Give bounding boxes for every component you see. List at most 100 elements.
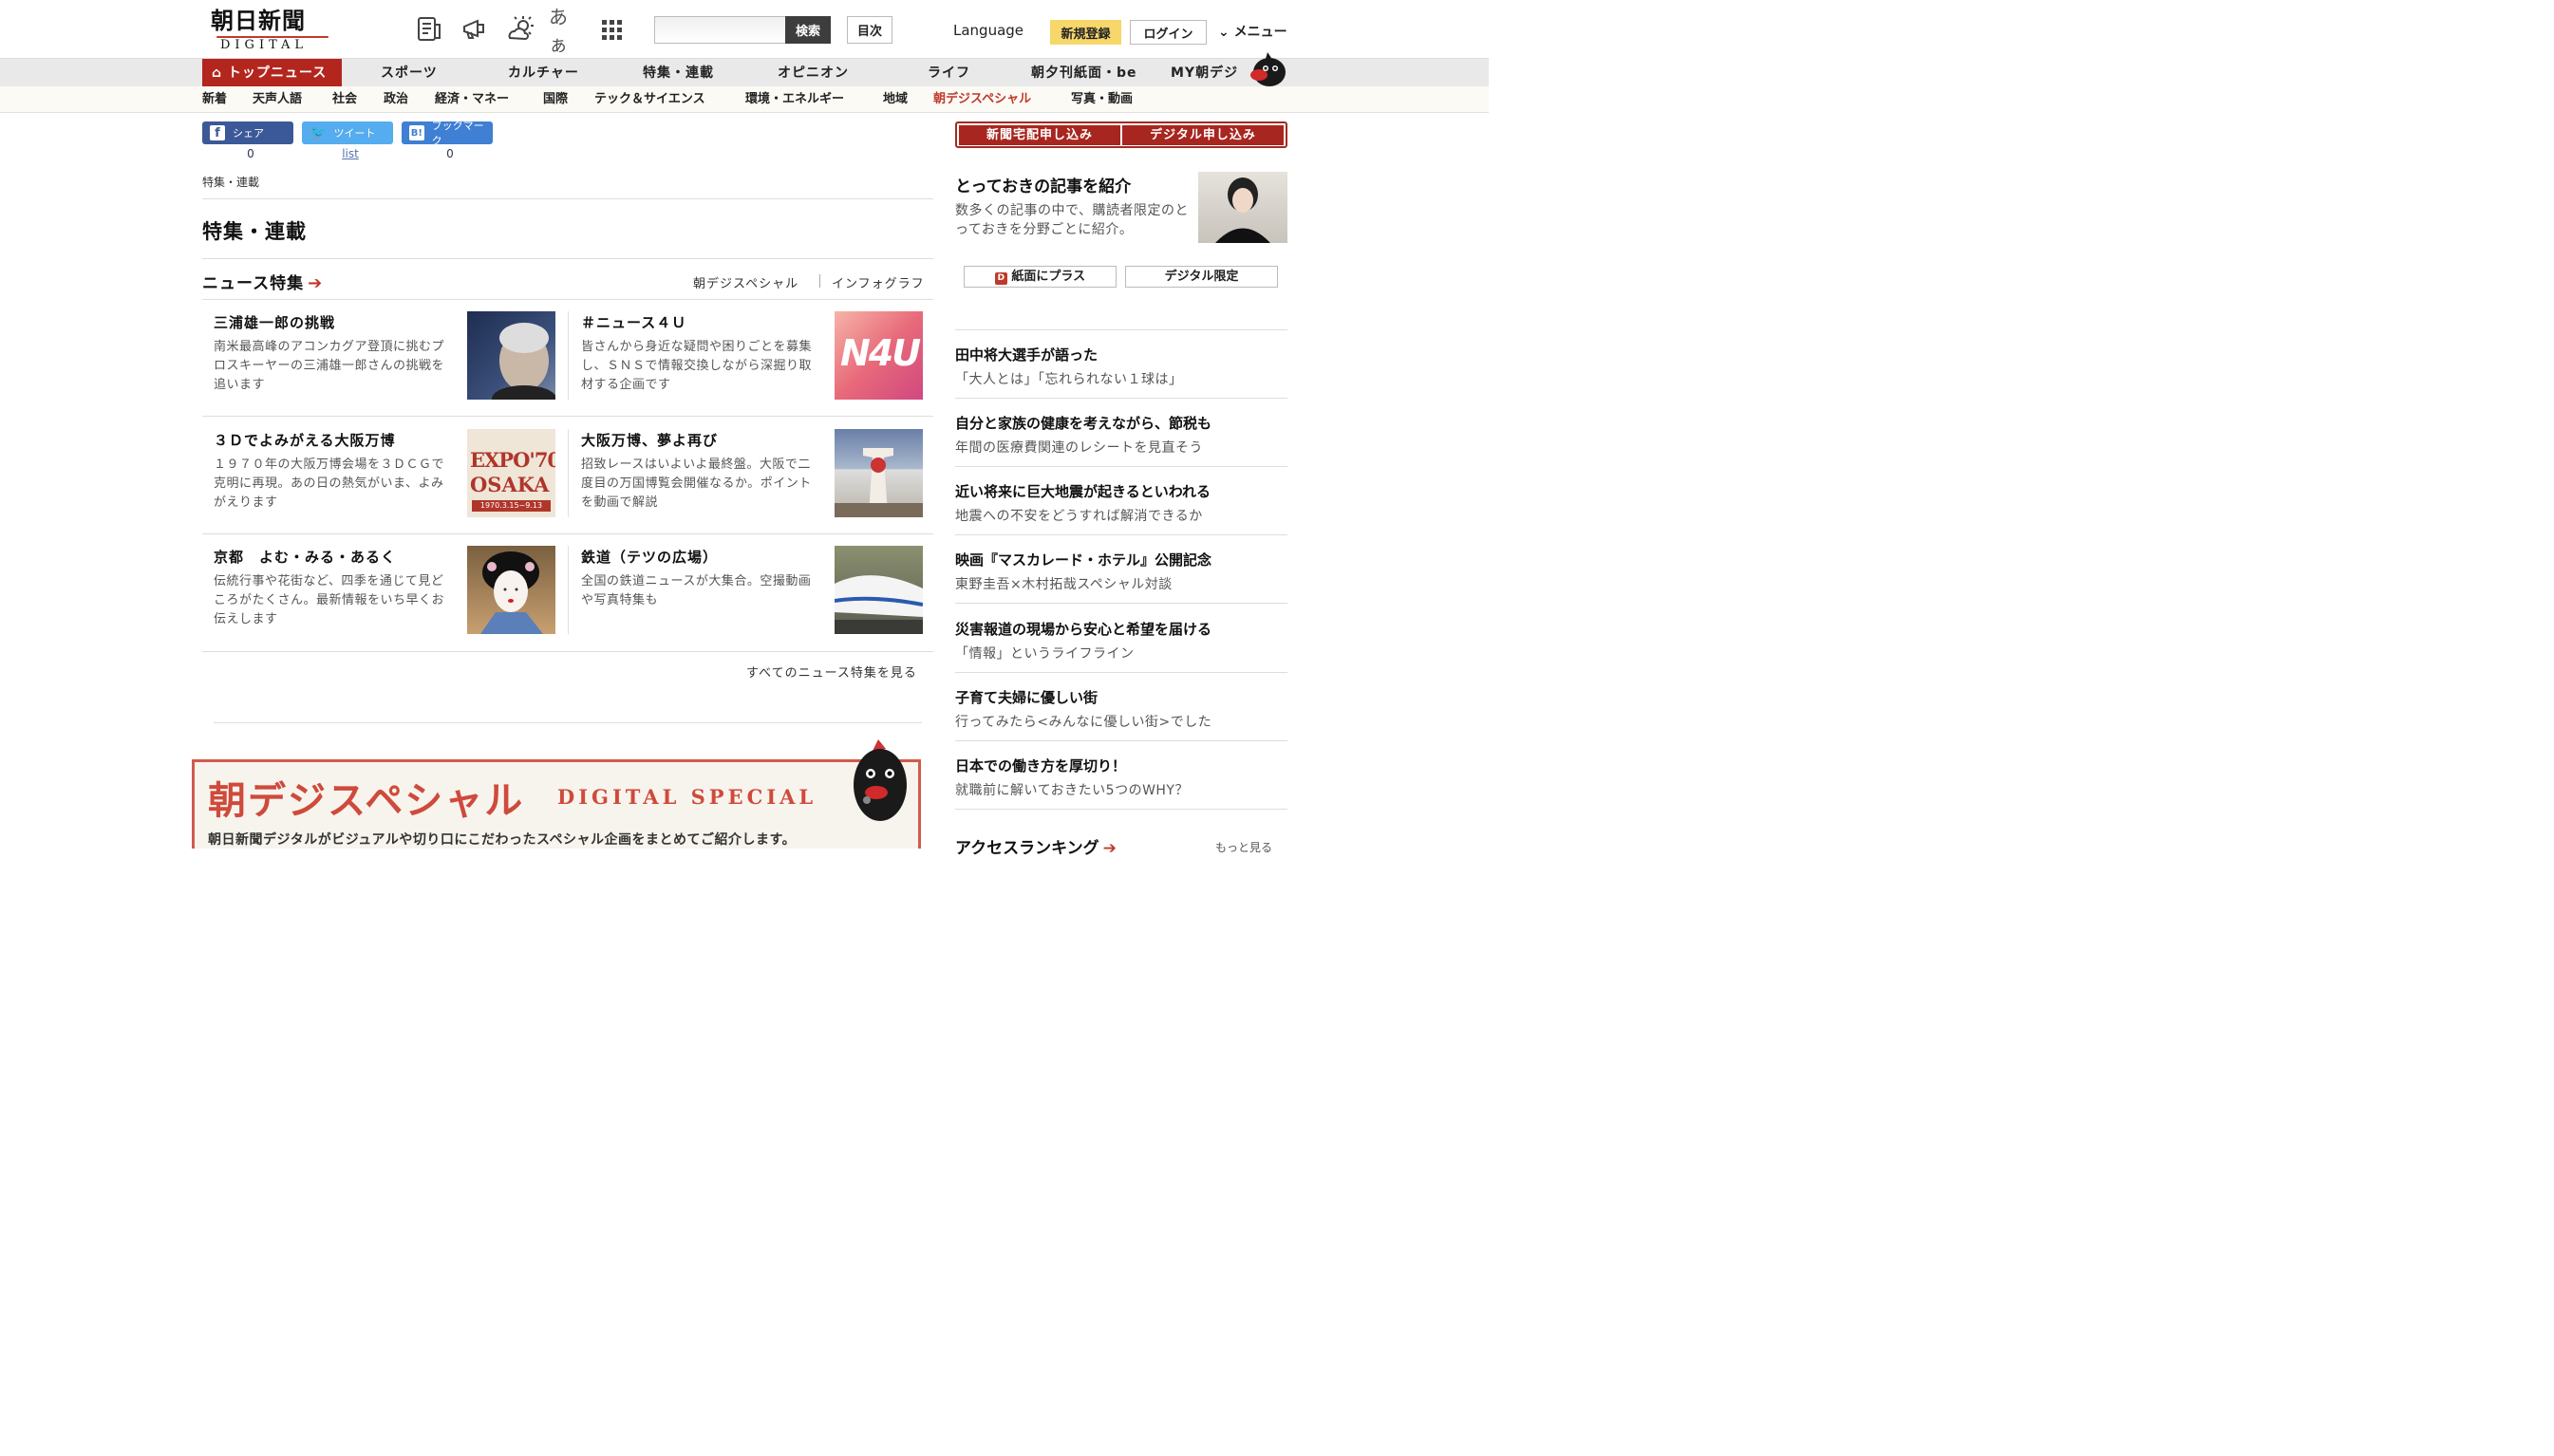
weather-icon[interactable]: [503, 13, 537, 46]
nav-item-top-news[interactable]: ⌂ トップニュース: [202, 59, 342, 87]
nav-item-my-asadigi[interactable]: MY朝デジ: [1171, 59, 1238, 87]
feature-title: ３Ｄでよみがえる大阪万博: [214, 432, 396, 449]
contents-button[interactable]: 目次: [847, 16, 892, 44]
register-button[interactable]: 新規登録: [1050, 20, 1121, 45]
megaphone-icon[interactable]: [458, 13, 492, 46]
feature-title: 大阪万博、夢よ再び: [581, 432, 719, 449]
asadigi-special-banner[interactable]: 朝デジスペシャル DIGITAL SPECIAL 朝日新聞デジタルがビジュアルや…: [192, 739, 921, 849]
tab-digital-only[interactable]: デジタル限定: [1125, 266, 1278, 288]
expo-text-2: OSAKA: [470, 473, 550, 496]
share-label: ブックマーク: [431, 120, 484, 147]
access-ranking-heading[interactable]: アクセスランキング ➔: [955, 834, 1117, 858]
link-infograph[interactable]: インフォグラフ: [832, 273, 925, 291]
nav-item-culture[interactable]: カルチャー: [508, 59, 579, 87]
banner-subtitle: DIGITAL SPECIAL: [557, 785, 817, 809]
feature-image-shinkansen[interactable]: [835, 546, 923, 634]
feature-description: 招致レースはいよいよ最終盤。大阪で二度目の万国博覧会開催なるか。ポイントを動画で…: [581, 457, 812, 510]
language-link[interactable]: Language: [953, 22, 1023, 39]
news-features-heading[interactable]: ニュース特集 ➔: [202, 270, 323, 293]
subnav-item-tech[interactable]: テック＆サイエンス: [594, 86, 705, 113]
feature-image-miura[interactable]: [467, 311, 555, 400]
nav-item-life[interactable]: ライフ: [928, 59, 970, 87]
asahi-logo[interactable]: 朝日新聞 DIGITAL: [211, 8, 334, 53]
twitter-share-button[interactable]: 🐦 ツイート: [302, 121, 393, 144]
feature-description: 皆さんから身近な疑問や困りごとを募集し、ＳＮＳで情報交換しながら深掘り取材する企…: [581, 340, 813, 392]
article-title: 自分と家族の健康を考えながら、節税も: [955, 415, 1212, 432]
divider: [202, 258, 933, 259]
facebook-share-button[interactable]: f シェア: [202, 121, 293, 144]
login-button[interactable]: ログイン: [1130, 20, 1207, 45]
feature-image-news4u[interactable]: N4U: [835, 311, 923, 400]
subnav-item-politics[interactable]: 政治: [384, 86, 408, 113]
feature-description: １９７０年の大阪万博会場を３ＤＣＧで克明に再現。あの日の熱気がいま、よみがえりま…: [214, 457, 445, 510]
divider: [202, 299, 933, 300]
feature-title: 京都 よむ・みる・あるく: [214, 549, 397, 566]
nav-item-paper[interactable]: 朝夕刊紙面・be: [1031, 59, 1137, 87]
newspaper-icon[interactable]: [412, 13, 446, 46]
divider: [202, 416, 933, 417]
tab-paper-plus[interactable]: D 紙面にプラス: [964, 266, 1117, 288]
feature-image-expo70[interactable]: EXPO'70 OSAKA 1970.3.15~9.13: [467, 429, 555, 517]
subnav-item-special[interactable]: 朝デジスペシャル: [933, 86, 1031, 113]
ranking-more-link[interactable]: もっと見る: [1215, 839, 1272, 855]
sidebar-article[interactable]: 子育て夫婦に優しい街 行ってみたら<みんなに優しい街>でした: [955, 686, 1287, 733]
see-all-features-link[interactable]: すべてのニュース特集を見る: [746, 663, 917, 681]
subnav-item-international[interactable]: 国際: [543, 86, 568, 113]
feature-title: 三浦雄一郎の挑戦: [214, 314, 336, 331]
subnav-item-economy[interactable]: 経済・マネー: [435, 86, 509, 113]
nav-item-sports[interactable]: スポーツ: [381, 59, 438, 87]
expo-text-1: EXPO'70: [470, 448, 555, 472]
grid-menu-icon[interactable]: [594, 13, 629, 46]
subnav-item-photo[interactable]: 写真・動画: [1071, 86, 1133, 113]
sidebar-article[interactable]: 映画『マスカレード・ホテル』公開記念 東野圭吾×木村拓哉スペシャル対談: [955, 549, 1287, 595]
subnav-item-society[interactable]: 社会: [332, 86, 357, 113]
article-subtitle: 年間の医療費関連のレシートを見直そう: [955, 440, 1203, 456]
font-size-icon[interactable]: あぁ: [549, 6, 583, 56]
banner-description: 朝日新聞デジタルがビジュアルや切り口にこだわったスペシャル企画をまとめてご紹介し…: [208, 832, 797, 848]
share-label: ツイート: [333, 127, 376, 140]
chevron-down-icon: ⌄: [1218, 25, 1230, 40]
nav-item-features[interactable]: 特集・連載: [643, 59, 714, 87]
twitter-bird-icon: 🐦: [310, 125, 327, 140]
link-asadigi-special[interactable]: 朝デジスペシャル: [693, 273, 798, 291]
subscribe-digital-button[interactable]: デジタル申し込み: [1122, 125, 1284, 145]
subscribe-paper-button[interactable]: 新聞宅配申し込み: [959, 125, 1120, 145]
hatena-bookmark-button[interactable]: B! ブックマーク: [402, 120, 493, 147]
news4u-logo-text: N4U: [840, 332, 921, 374]
subnav-item-new[interactable]: 新着: [202, 86, 227, 113]
article-subtitle: 「大人とは」「忘れられない１球は」: [955, 372, 1183, 387]
arrow-right-icon: ➔: [1102, 839, 1117, 858]
search-input[interactable]: [654, 16, 787, 44]
feature-title: 鉄道（テツの広場）: [581, 549, 719, 566]
twitter-share-count[interactable]: list: [305, 147, 396, 160]
paper-icon: D: [994, 272, 1007, 285]
sidebar-article[interactable]: 日本での働き方を厚切り！ 就職前に解いておきたい5つのWHY？: [955, 755, 1287, 801]
header-icons: あぁ: [412, 6, 629, 56]
article-title: 子育て夫婦に優しい街: [955, 689, 1099, 706]
breadcrumb[interactable]: 特集・連載: [202, 174, 259, 190]
subnav-item-region[interactable]: 地域: [883, 86, 908, 113]
divider: [955, 603, 1287, 604]
article-subtitle: 行ってみたら<みんなに優しい街>でした: [955, 715, 1212, 730]
subnav-item-tensei[interactable]: 天声人語: [253, 86, 302, 113]
feature-title: ＃ニュース４Ｕ: [581, 314, 687, 331]
sidebar-article[interactable]: 近い将来に巨大地震が起きるといわれる 地震への不安をどうすれば解消できるか: [955, 480, 1287, 527]
subscription-box: 新聞宅配申し込み デジタル申し込み: [955, 121, 1287, 148]
subnav-item-environment[interactable]: 環境・エネルギー: [745, 86, 844, 113]
article-subtitle: 就職前に解いておきたい5つのWHY？: [955, 783, 1189, 798]
sidebar-article[interactable]: 災害報道の現場から安心と希望を届ける 「情報」というライフライン: [955, 618, 1287, 664]
promo-title[interactable]: とっておきの記事を紹介: [955, 173, 1131, 196]
sub-nav: 新着 天声人語 社会 政治 経済・マネー 国際 テック＆サイエンス 環境・エネル…: [0, 86, 1489, 113]
expo-dates: 1970.3.15~9.13: [472, 500, 551, 512]
nav-item-opinion[interactable]: オピニオン: [778, 59, 849, 87]
feature-image-maiko[interactable]: [467, 546, 555, 634]
nav-label: トップニュース: [227, 65, 328, 81]
sidebar-article[interactable]: 田中将大選手が語った 「大人とは」「忘れられない１球は」: [955, 344, 1287, 390]
section-title-text: ニュース特集: [202, 274, 305, 293]
sidebar-article[interactable]: 自分と家族の健康を考えながら、節税も 年間の医療費関連のレシートを見直そう: [955, 412, 1287, 458]
menu-toggle[interactable]: ⌄ メニュー: [1218, 22, 1287, 41]
feature-image-tower-of-sun[interactable]: [835, 429, 923, 517]
divider: [955, 534, 1287, 535]
promo-image[interactable]: [1198, 172, 1287, 243]
search-button[interactable]: 検索: [785, 16, 831, 44]
